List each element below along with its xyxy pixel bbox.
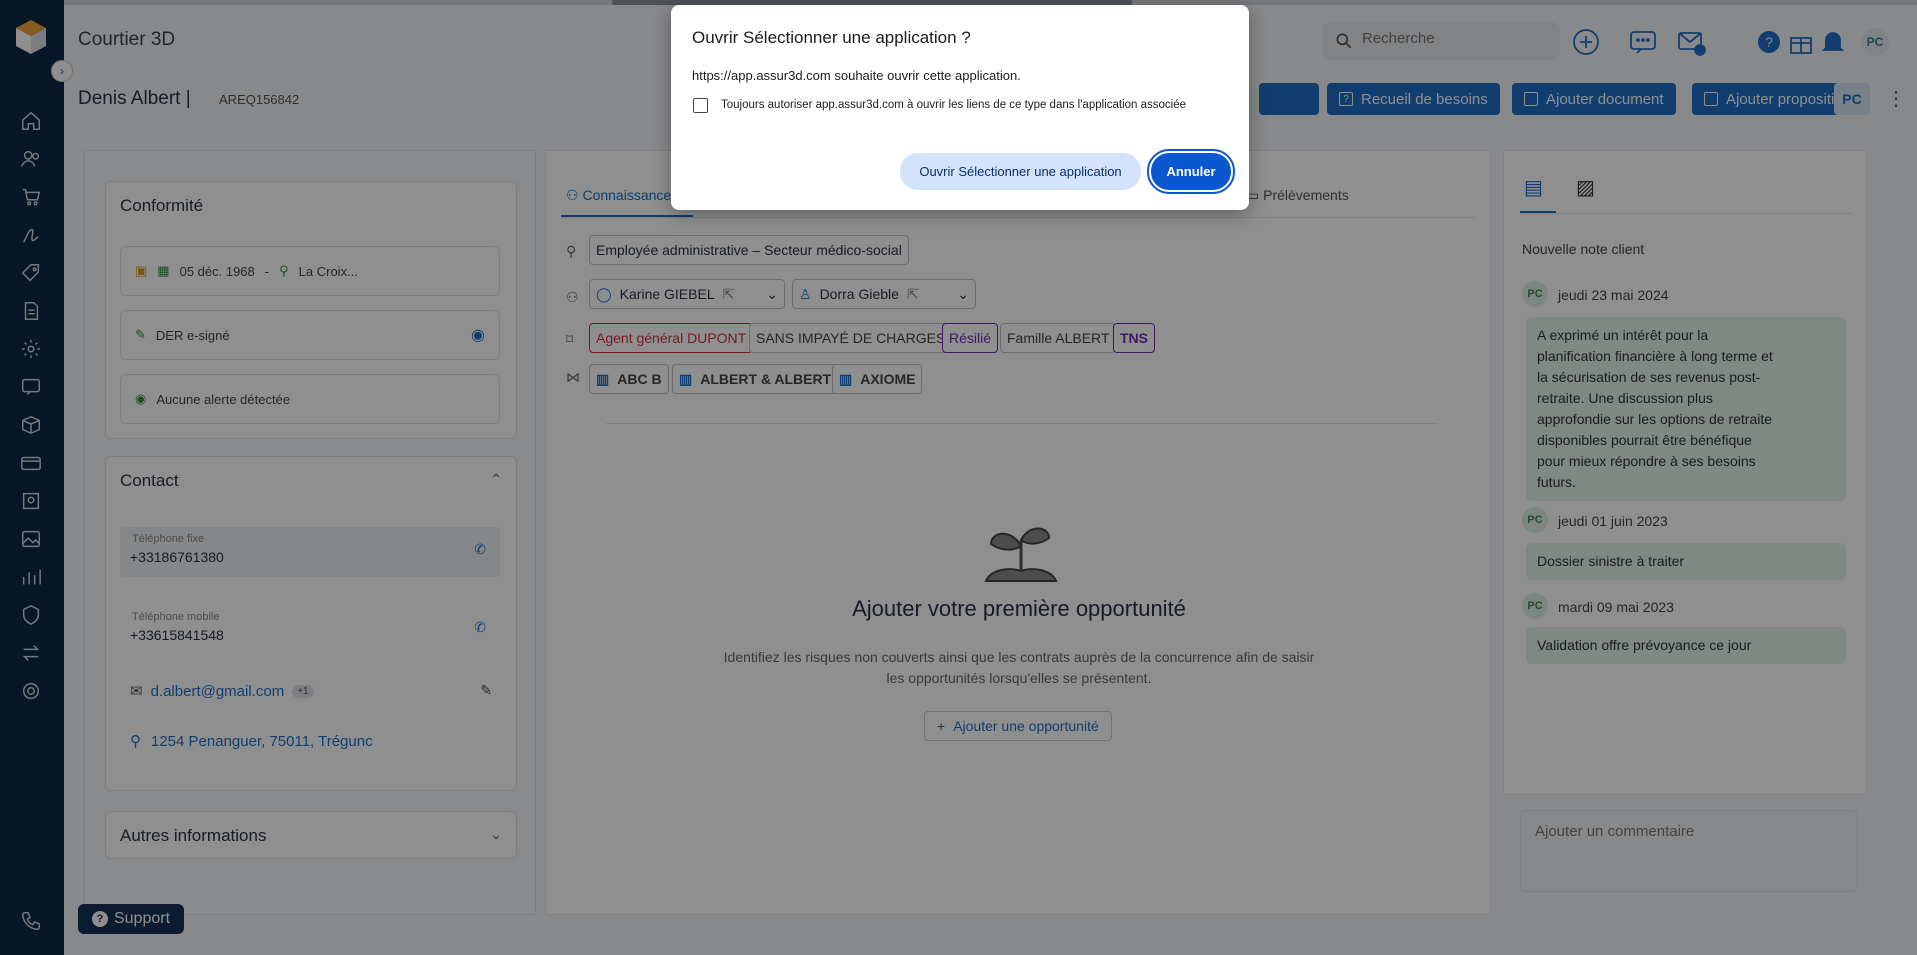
open-application-button[interactable]: Ouvrir Sélectionner une application xyxy=(900,153,1141,190)
open-app-dialog: Ouvrir Sélectionner une application ? ht… xyxy=(671,5,1249,210)
always-allow-checkbox[interactable] xyxy=(693,98,708,113)
always-allow-label[interactable]: Toujours autoriser app.assur3d.com à ouv… xyxy=(721,99,1186,111)
dialog-title: Ouvrir Sélectionner une application ? xyxy=(692,28,971,47)
cancel-button[interactable]: Annuler xyxy=(1147,149,1235,194)
dialog-message: https://app.assur3d.com souhaite ouvrir … xyxy=(692,68,1021,83)
